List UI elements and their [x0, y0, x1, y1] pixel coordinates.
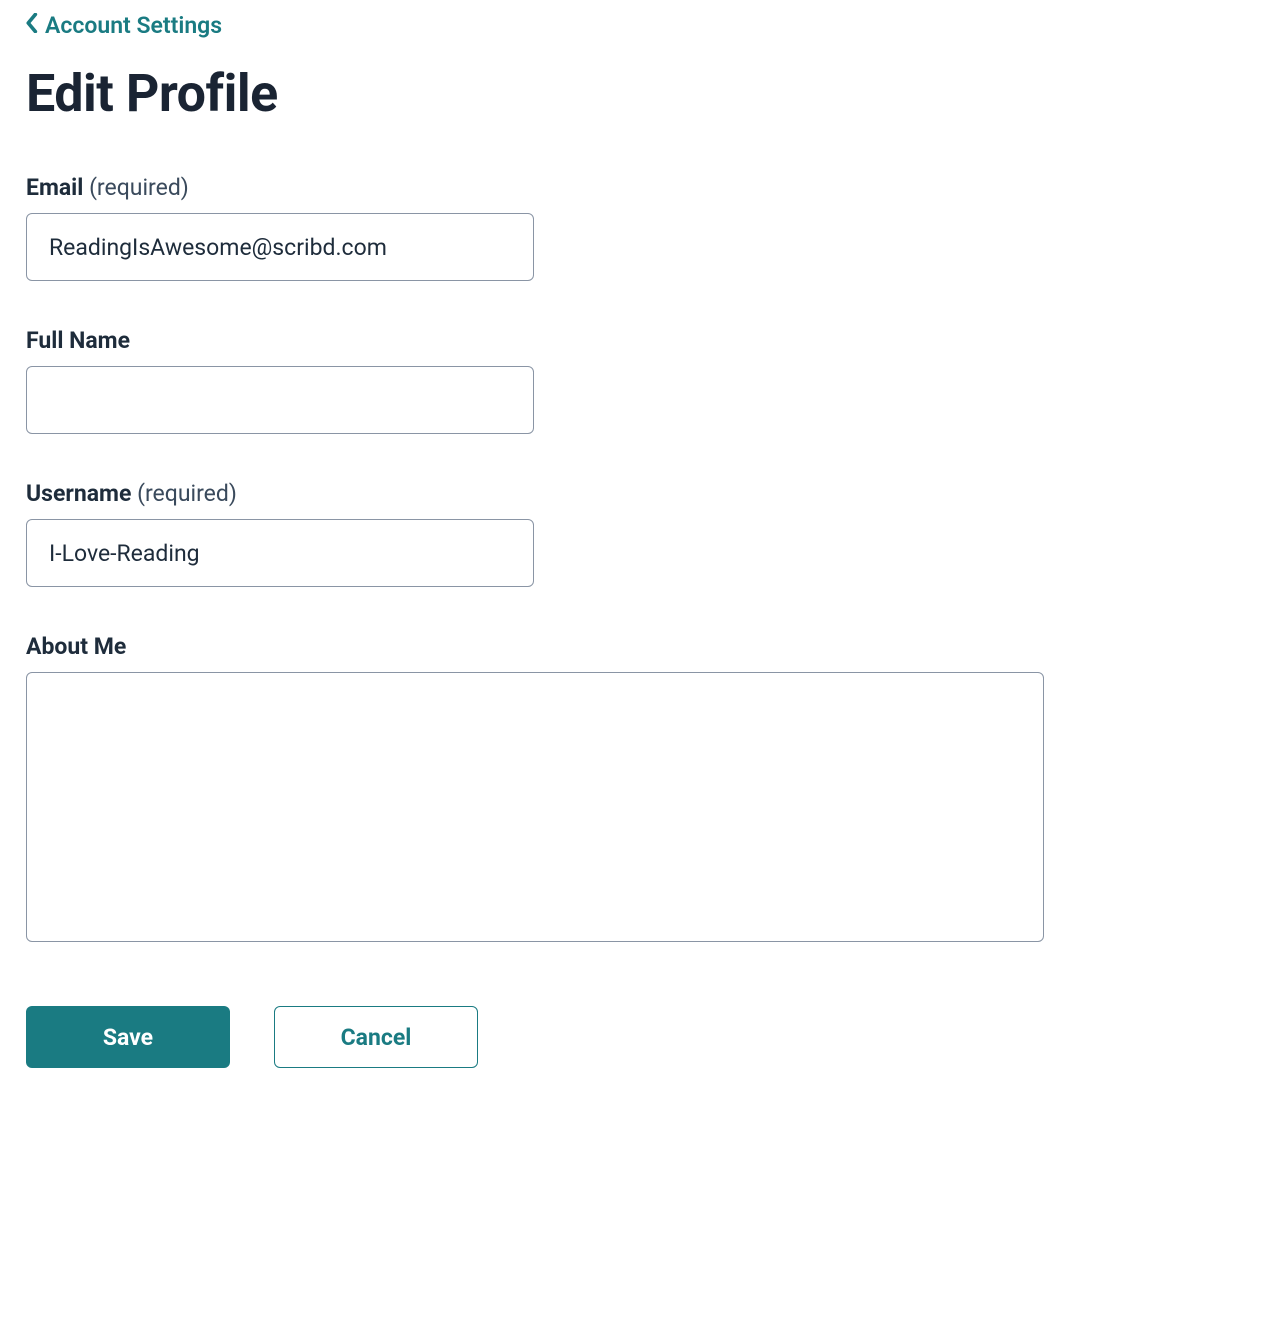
username-label-suffix: (required) — [137, 480, 237, 507]
full-name-group: Full Name — [26, 327, 1244, 434]
username-field[interactable] — [26, 519, 534, 587]
email-label: Email (required) — [26, 174, 1244, 201]
back-link-label: Account Settings — [45, 12, 222, 39]
email-label-suffix: (required) — [89, 174, 189, 201]
about-me-group: About Me — [26, 633, 1244, 946]
back-link[interactable]: Account Settings — [26, 12, 222, 39]
cancel-button[interactable]: Cancel — [274, 1006, 478, 1068]
save-button[interactable]: Save — [26, 1006, 230, 1068]
page-title: Edit Profile — [26, 63, 1244, 124]
about-me-label-main: About Me — [26, 633, 126, 660]
email-group: Email (required) — [26, 174, 1244, 281]
full-name-label-main: Full Name — [26, 327, 130, 354]
about-me-field[interactable] — [26, 672, 1044, 942]
button-row: Save Cancel — [26, 1006, 1244, 1068]
username-label: Username (required) — [26, 480, 1244, 507]
username-label-main: Username — [26, 480, 131, 507]
full-name-label: Full Name — [26, 327, 1244, 354]
chevron-left-icon — [26, 12, 39, 39]
username-group: Username (required) — [26, 480, 1244, 587]
email-label-main: Email — [26, 174, 83, 201]
full-name-field[interactable] — [26, 366, 534, 434]
about-me-label: About Me — [26, 633, 1244, 660]
email-field[interactable] — [26, 213, 534, 281]
